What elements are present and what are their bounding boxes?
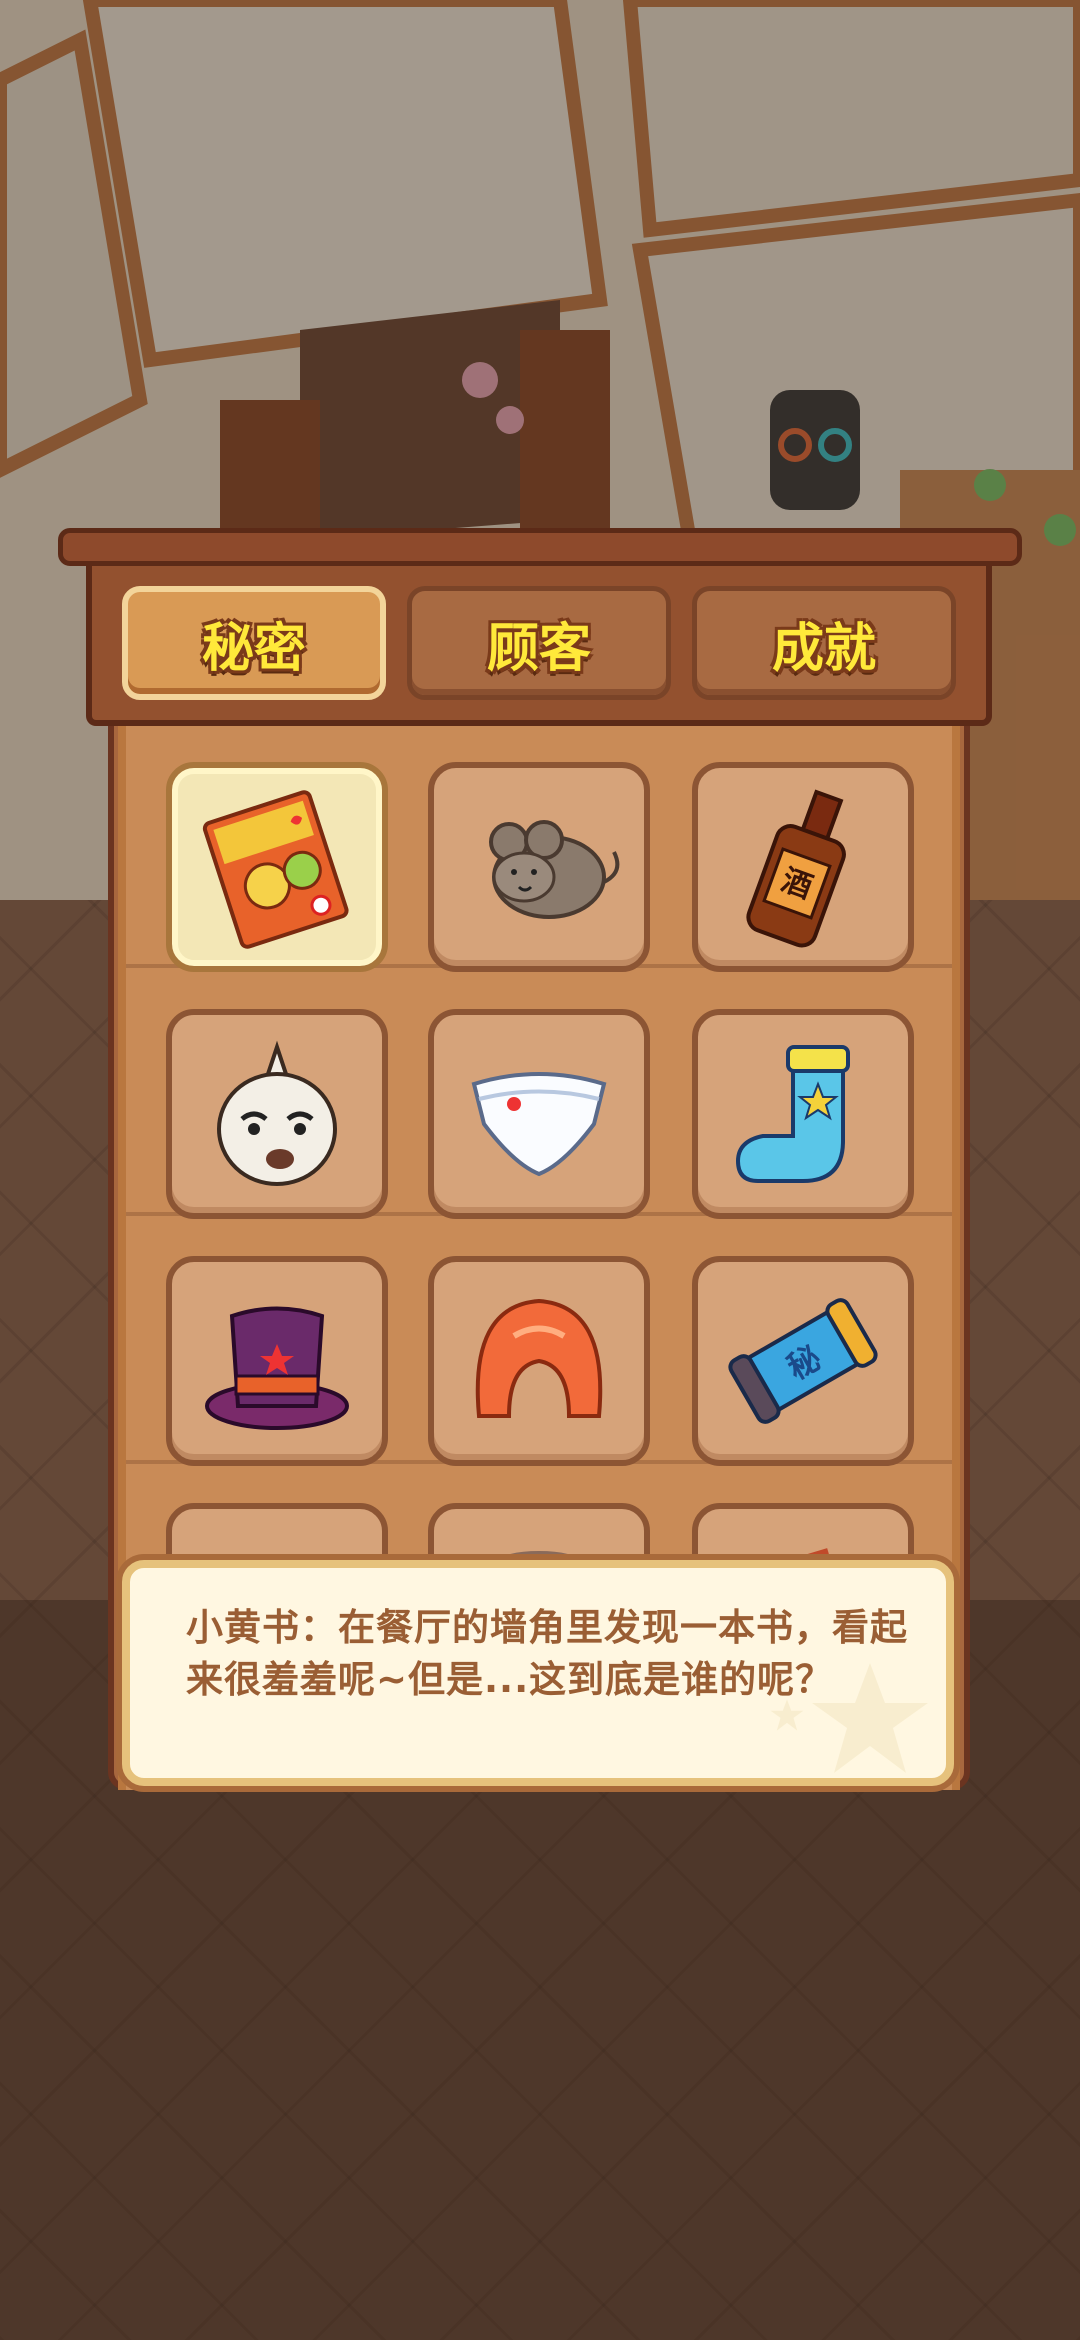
item-slot-garlic[interactable] — [166, 1009, 388, 1219]
item-description-box: 小黄书：在餐厅的墙角里发现一本书，看起来很羞羞呢~但是...这到底是谁的呢？ — [122, 1560, 954, 1786]
top-hat-icon — [205, 1306, 349, 1430]
scroll-icon: 秘 — [728, 1298, 878, 1424]
item-slot-underwear[interactable] — [428, 1009, 650, 1219]
tab-achievements[interactable]: 成就 — [692, 586, 956, 700]
small-star-decoration-icon — [770, 1699, 804, 1731]
item-slot-wig[interactable] — [428, 1256, 650, 1466]
item-slot-liquor[interactable]: 酒 — [692, 762, 914, 972]
item-slot-scroll[interactable]: 秘 — [692, 1256, 914, 1466]
mouse-icon — [489, 820, 620, 919]
adult-book-icon — [202, 790, 349, 949]
star-decoration-icon — [812, 1663, 928, 1773]
garlic-face-icon — [217, 1040, 337, 1186]
tab-customers[interactable]: 顾客 — [407, 586, 671, 700]
item-slot-sock[interactable] — [692, 1009, 914, 1219]
item-slot-adult-book[interactable] — [166, 762, 388, 972]
sock-icon — [735, 1045, 850, 1183]
item-slot-top-hat[interactable] — [166, 1256, 388, 1466]
underwear-icon — [471, 1072, 607, 1177]
tab-secrets[interactable]: 秘密 — [122, 586, 386, 700]
liquor-bottle-icon: 酒 — [746, 789, 846, 948]
orange-wig-icon — [475, 1298, 603, 1418]
item-slot-mouse[interactable] — [428, 762, 650, 972]
panel-top-bar — [58, 528, 1022, 566]
